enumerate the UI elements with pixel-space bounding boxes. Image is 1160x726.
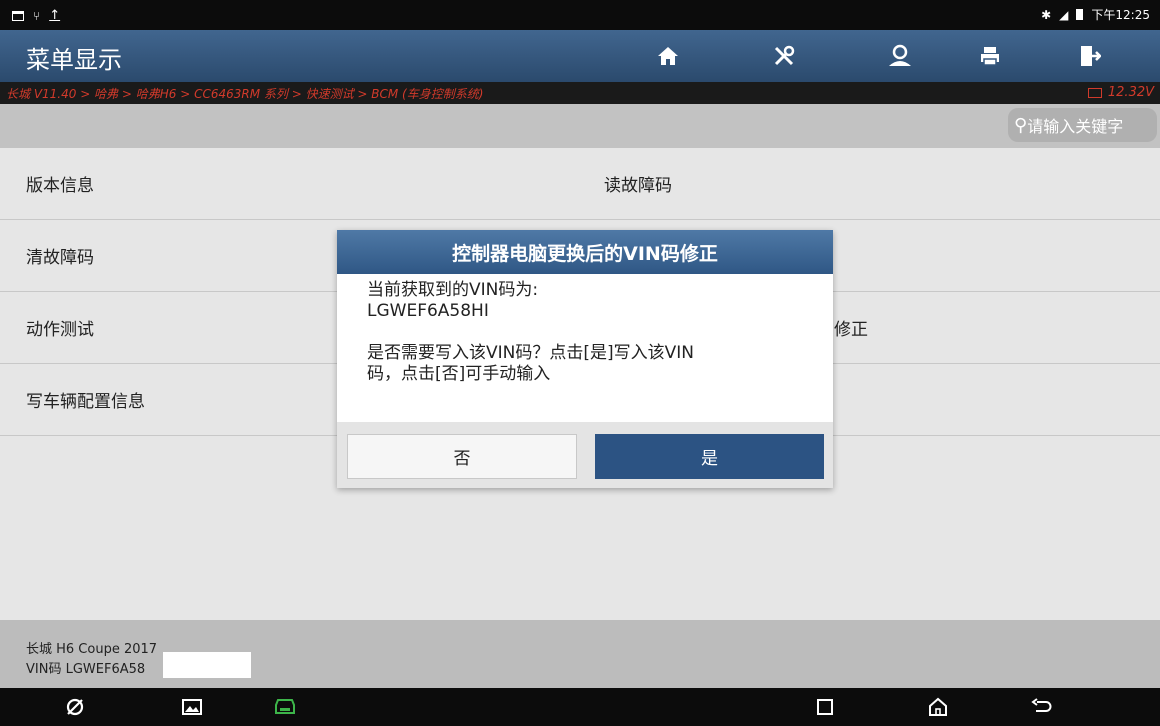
- browser-icon: [66, 698, 84, 716]
- vin-label: VIN码 LGWEF6A58: [26, 662, 146, 677]
- image-icon: [12, 10, 24, 21]
- status-time: 下午12:25: [1091, 8, 1150, 22]
- signal-icon: ◢: [1059, 7, 1069, 22]
- bluetooth-icon: ✱: [1041, 7, 1052, 22]
- dialog-line: 是否需要写入该VIN码？点击[是]写入该VIN: [367, 343, 694, 363]
- menu-item-label: 写车辆配置信息: [26, 392, 145, 412]
- breadcrumb-bar: 长城 V11.40 > 哈弗 > 哈弗H6 > CC6463RM 系列 > 快速…: [0, 82, 1160, 104]
- back-button[interactable]: [1022, 688, 1062, 726]
- app-bar: 菜单显示: [0, 30, 1160, 82]
- menu-item-label: 清故障码: [26, 248, 94, 268]
- no-button[interactable]: 否: [347, 434, 577, 479]
- back-icon: [1031, 698, 1052, 712]
- dialog-title: 控制器电脑更换后的VIN码修正: [337, 230, 833, 274]
- menu-item-label: 动作测试: [26, 320, 94, 340]
- tools-icon: [774, 45, 795, 66]
- dialog-body: 当前获取到的VIN码为: LGWEF6A58HI 是否需要写入该VIN码？点击[…: [367, 280, 807, 385]
- search-row: ⚲ 请输入关键字: [0, 104, 1160, 148]
- home-outline-icon: [929, 697, 947, 716]
- exit-icon: [1081, 46, 1101, 66]
- home-nav-button[interactable]: [918, 688, 958, 726]
- vin-redaction: [163, 652, 251, 678]
- menu-item-label: 版本信息: [26, 176, 94, 196]
- upload-icon: ↑: [49, 8, 61, 23]
- dialog-button-bar: 否 是: [337, 422, 833, 488]
- voltage-value: 12.32V: [1107, 85, 1154, 100]
- menu-item-version-info[interactable]: 版本信息: [0, 148, 580, 220]
- menu-item-label: 读故障码: [604, 176, 672, 196]
- page-title: 菜单显示: [26, 46, 122, 74]
- user-button[interactable]: [850, 30, 950, 82]
- print-button[interactable]: [940, 30, 1040, 82]
- search-placeholder: 请输入关键字: [1027, 117, 1124, 136]
- exit-button[interactable]: [1040, 30, 1140, 82]
- home-icon: [658, 47, 678, 65]
- battery-icon: [1076, 9, 1084, 20]
- gallery-icon: [182, 699, 202, 715]
- square-icon: [817, 699, 833, 715]
- breadcrumb: 长城 V11.40 > 哈弗 > 哈弗H6 > CC6463RM 系列 > 快速…: [6, 87, 484, 101]
- vci-icon: [275, 699, 295, 714]
- vci-button[interactable]: [265, 688, 305, 726]
- search-input[interactable]: ⚲ 请输入关键字: [1008, 108, 1157, 142]
- usb-icon: ⑂: [33, 8, 41, 23]
- print-icon: [981, 47, 999, 66]
- vehicle-name: 长城 H6 Coupe 2017: [26, 642, 158, 657]
- search-icon: ⚲: [1014, 114, 1028, 136]
- system-nav-bar: [0, 688, 1160, 726]
- battery-voltage-icon: [1087, 87, 1102, 98]
- recent-apps-button[interactable]: [805, 688, 845, 726]
- dialog-spacer: [367, 322, 807, 343]
- menu-item-label: 修正: [834, 320, 868, 340]
- vehicle-info-footer: 长城 H6 Coupe 2017 VIN码 LGWEF6A58: [0, 620, 1160, 688]
- vin-correction-dialog: 控制器电脑更换后的VIN码修正 当前获取到的VIN码为: LGWEF6A58HI…: [337, 230, 833, 488]
- dialog-vin: LGWEF6A58HI: [367, 301, 489, 321]
- voltage-readout: 12.32V: [1087, 85, 1154, 100]
- dialog-line: 当前获取到的VIN码为:: [367, 280, 539, 300]
- home-button[interactable]: [618, 30, 718, 82]
- gallery-button[interactable]: [172, 688, 212, 726]
- menu-item-read-codes[interactable]: 读故障码: [580, 148, 1160, 220]
- user-icon: [889, 44, 911, 66]
- status-bar: ⑂ ↑ ✱ ◢ 下午12:25: [0, 0, 1160, 30]
- browser-button[interactable]: [55, 688, 95, 726]
- tools-button[interactable]: [735, 30, 835, 82]
- dialog-line: 码，点击[否]可手动输入: [367, 364, 551, 384]
- yes-button[interactable]: 是: [595, 434, 824, 479]
